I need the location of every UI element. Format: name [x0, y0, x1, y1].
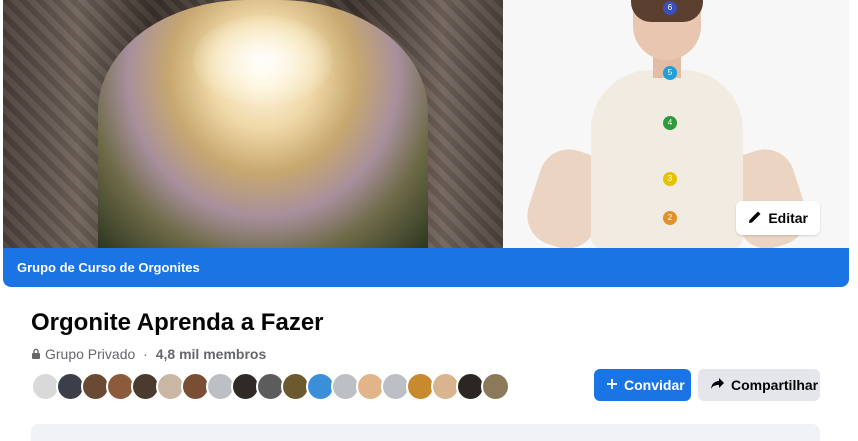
- chakra-4: 4: [663, 116, 677, 130]
- group-tabs-panel: [31, 424, 820, 441]
- member-count[interactable]: 4,8 mil membros: [156, 346, 267, 362]
- avatar[interactable]: [481, 372, 510, 401]
- share-arrow-icon: [710, 377, 725, 393]
- chakra-6: 6: [663, 1, 677, 15]
- invite-label: Convidar: [624, 377, 685, 393]
- group-meta: Grupo Privado · 4,8 mil membros: [31, 346, 266, 362]
- edit-cover-button[interactable]: Editar: [736, 201, 820, 235]
- privacy-label: Grupo Privado: [45, 346, 136, 362]
- plus-icon: [606, 377, 618, 393]
- cover-image-orgonite: [3, 0, 503, 248]
- chakra-5: 5: [663, 66, 677, 80]
- chakra-3: 3: [663, 172, 677, 186]
- lock-icon: [31, 346, 41, 362]
- cover-photo: 6 5 4 3 2 Editar Grupo de Curso de Orgon…: [3, 0, 849, 287]
- edit-cover-label: Editar: [768, 210, 808, 226]
- member-avatars[interactable]: [31, 372, 510, 401]
- meta-separator: ·: [139, 346, 152, 362]
- invite-button[interactable]: Convidar: [594, 369, 691, 401]
- share-button[interactable]: Compartilhar: [698, 369, 820, 401]
- group-page: 6 5 4 3 2 Editar Grupo de Curso de Orgon…: [0, 0, 858, 441]
- chakra-2: 2: [663, 211, 677, 225]
- group-title[interactable]: Orgonite Aprenda a Fazer: [31, 309, 324, 337]
- pencil-icon: [748, 210, 762, 227]
- share-label: Compartilhar: [731, 377, 819, 393]
- group-name-bar[interactable]: Grupo de Curso de Orgonites: [3, 248, 849, 287]
